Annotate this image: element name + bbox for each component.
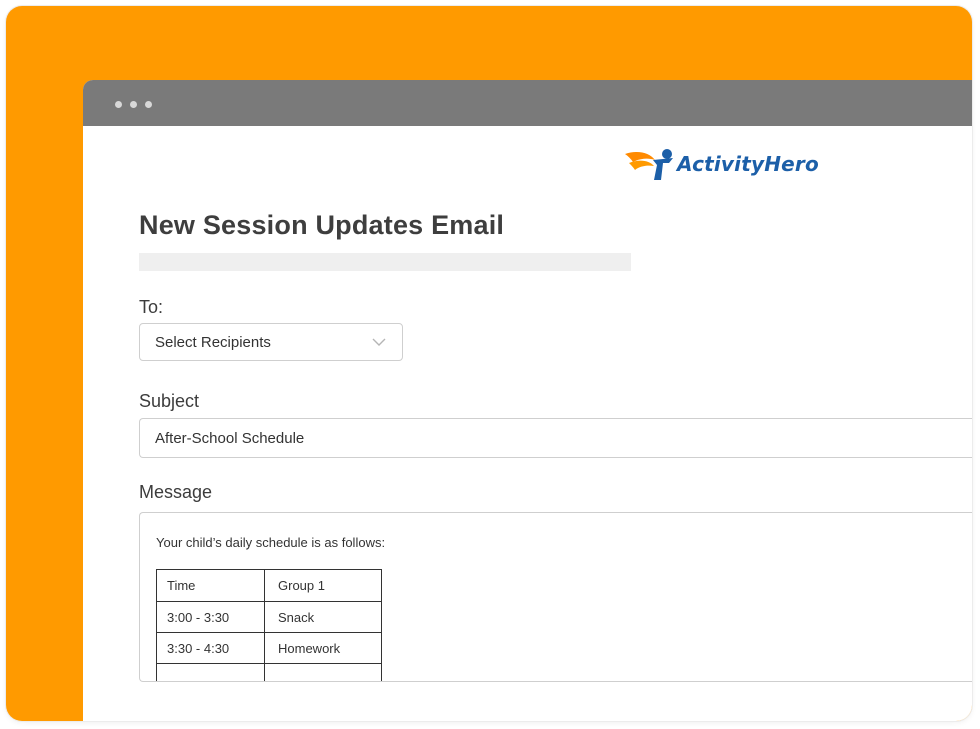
logo-wordmark: ActivityHero <box>677 152 819 176</box>
table-row: 3:00 - 3:30 Snack <box>156 601 382 633</box>
table-cell <box>156 663 265 681</box>
chevron-down-icon <box>372 338 386 346</box>
window-dot-icon <box>115 101 122 108</box>
window-dot-icon <box>145 101 152 108</box>
recipients-select[interactable]: Select Recipients <box>139 323 403 361</box>
email-compose-page: ActivityHero New Session Updates Email T… <box>83 126 972 721</box>
activityhero-logo: ActivityHero <box>623 144 819 184</box>
table-cell: 3:30 - 4:30 <box>156 632 265 664</box>
message-label: Message <box>139 482 213 502</box>
page-title: New Session Updates Email <box>139 210 505 240</box>
title-divider <box>139 253 631 271</box>
activityhero-mark-icon <box>625 149 673 180</box>
to-label: To: <box>139 297 164 317</box>
table-header-row: Time Group 1 <box>156 569 382 602</box>
app-frame: ActivityHero New Session Updates Email T… <box>6 6 972 721</box>
browser-window: ActivityHero New Session Updates Email T… <box>83 80 972 721</box>
table-row: 3:30 - 4:30 Homework <box>156 632 382 664</box>
table-cell: Snack <box>264 601 382 633</box>
table-cell: 3:00 - 3:30 <box>156 601 265 633</box>
browser-titlebar <box>83 80 972 126</box>
table-cell <box>264 663 382 681</box>
subject-input[interactable]: After-School Schedule <box>139 418 972 458</box>
schedule-table: Time Group 1 3:00 - 3:30 Snack 3:30 - 4:… <box>156 569 382 681</box>
recipients-select-value: Select Recipients <box>155 333 271 351</box>
table-cell: Homework <box>264 632 382 664</box>
table-header-cell: Group 1 <box>264 569 382 602</box>
window-dot-icon <box>130 101 137 108</box>
subject-label: Subject <box>139 391 200 411</box>
table-row <box>156 663 382 681</box>
message-editor[interactable]: Your child’s daily schedule is as follow… <box>139 512 972 682</box>
message-intro-text: Your child’s daily schedule is as follow… <box>156 535 386 550</box>
table-header-cell: Time <box>156 569 265 602</box>
